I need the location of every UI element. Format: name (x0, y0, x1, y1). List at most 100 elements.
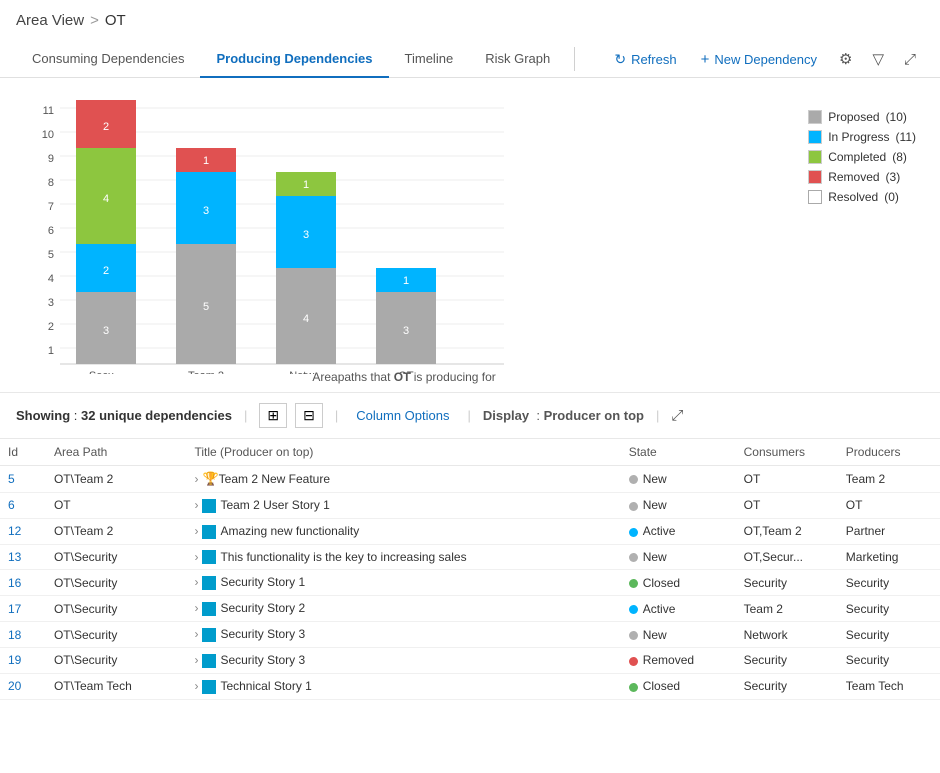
state-dot (629, 502, 638, 511)
table-toolbar: Showing : 32 unique dependencies | ⊞ ⊟ |… (0, 392, 940, 439)
row-expand-icon[interactable]: › (194, 498, 198, 512)
legend-count-removed: (3) (886, 170, 901, 184)
row-expand-icon[interactable]: › (194, 627, 198, 641)
new-dependency-button[interactable]: + New Dependency (691, 45, 827, 74)
row-id-link[interactable]: 6 (8, 498, 15, 512)
refresh-button[interactable]: ↻ Refresh (604, 45, 686, 74)
legend-label-proposed: Proposed (828, 110, 879, 124)
row-id-link[interactable]: 16 (8, 576, 21, 590)
data-table: Id Area Path Title (Producer on top) Sta… (0, 439, 940, 700)
svg-text:3: 3 (303, 229, 309, 241)
table-row: 5OT\Team 2›🏆Team 2 New FeatureNewOTTeam … (0, 466, 940, 493)
story-icon (202, 550, 216, 564)
cell-area-path: OT\Security (46, 622, 186, 648)
legend-completed: Completed (8) (808, 150, 916, 164)
cell-title: ›🏆Team 2 New Feature (186, 466, 620, 493)
row-id-link[interactable]: 13 (8, 550, 21, 564)
cell-id: 17 (0, 596, 46, 622)
cell-consumers: Security (736, 673, 838, 699)
row-expand-icon[interactable]: › (194, 601, 198, 615)
svg-text:3: 3 (403, 325, 409, 337)
svg-text:3: 3 (203, 205, 209, 217)
svg-text:2: 2 (103, 121, 109, 133)
row-expand-icon[interactable]: › (194, 472, 198, 486)
nav-tabs: Consuming Dependencies Producing Depende… (0, 41, 940, 78)
story-icon (202, 499, 216, 513)
nav-actions: ↻ Refresh + New Dependency ⚙ ▽ ⤢ (604, 44, 924, 74)
column-options-button[interactable]: Column Options (350, 405, 455, 426)
expand-button[interactable]: ⤢ (896, 45, 924, 74)
svg-text:2: 2 (48, 321, 54, 333)
cell-id: 5 (0, 466, 46, 493)
row-id-link[interactable]: 18 (8, 628, 21, 642)
legend-count-completed: (8) (892, 150, 907, 164)
expand-rows-button[interactable]: ⊞ (259, 403, 287, 428)
cell-consumers: OT,Secur... (736, 544, 838, 570)
cell-producers: Team 2 (838, 466, 940, 493)
trophy-icon: 🏆 (202, 471, 218, 486)
cell-producers: Security (838, 596, 940, 622)
state-label: New (643, 472, 667, 486)
state-dot (629, 631, 638, 640)
fullscreen-icon[interactable]: ⤢ (671, 407, 683, 424)
row-id-link[interactable]: 19 (8, 653, 21, 667)
cell-area-path: OT\Security (46, 647, 186, 673)
row-title-text: Security Story 2 (220, 601, 305, 615)
svg-text:1: 1 (303, 179, 309, 191)
breadcrumb-parent[interactable]: Area View (16, 12, 84, 29)
toolbar-sep-4: | (656, 408, 659, 423)
svg-text:11: 11 (43, 105, 54, 117)
cell-title: › Amazing new functionality (186, 518, 620, 544)
row-expand-icon[interactable]: › (194, 524, 198, 538)
row-id-link[interactable]: 20 (8, 679, 21, 693)
row-title-text: Amazing new functionality (220, 524, 359, 538)
row-expand-icon[interactable]: › (194, 550, 198, 564)
display-label: Display : Producer on top (483, 408, 644, 423)
tab-timeline[interactable]: Timeline (389, 41, 470, 78)
row-title-text: Security Story 1 (220, 575, 305, 589)
cell-producers: OT (838, 493, 940, 519)
row-expand-icon[interactable]: › (194, 575, 198, 589)
row-expand-icon[interactable]: › (194, 653, 198, 667)
svg-text:4: 4 (303, 313, 309, 325)
table-row: 13OT\Security›This functionality is the … (0, 544, 940, 570)
cell-consumers: OT (736, 493, 838, 519)
row-id-link[interactable]: 5 (8, 472, 15, 486)
state-label: Removed (643, 653, 694, 667)
cell-id: 18 (0, 622, 46, 648)
cell-id: 12 (0, 518, 46, 544)
cell-id: 16 (0, 570, 46, 596)
row-id-link[interactable]: 17 (8, 602, 21, 616)
tab-riskgraph[interactable]: Risk Graph (469, 41, 566, 78)
cell-id: 6 (0, 493, 46, 519)
svg-text:4: 4 (48, 273, 54, 285)
row-expand-icon[interactable]: › (194, 679, 198, 693)
row-id-link[interactable]: 12 (8, 524, 21, 538)
cell-title: › Security Story 2 (186, 596, 620, 622)
cell-state: Active (621, 596, 736, 622)
cell-title: ›Team 2 User Story 1 (186, 493, 620, 519)
svg-text:1: 1 (203, 155, 209, 167)
legend-label-removed: Removed (828, 170, 879, 184)
collapse-rows-button[interactable]: ⊟ (295, 403, 323, 428)
cell-state: New (621, 622, 736, 648)
cell-producers: Marketing (838, 544, 940, 570)
table-row: 17OT\Security›Security Story 2ActiveTeam… (0, 596, 940, 622)
svg-text:10: 10 (42, 129, 54, 141)
svg-text:7: 7 (48, 201, 54, 213)
cell-state: Removed (621, 647, 736, 673)
tab-consuming[interactable]: Consuming Dependencies (16, 41, 200, 78)
state-dot (629, 579, 638, 588)
legend-color-completed (808, 150, 822, 164)
filter-button[interactable]: ▽ (864, 44, 892, 74)
settings-button[interactable]: ⚙ (831, 44, 860, 74)
gear-icon: ⚙ (839, 51, 852, 68)
legend-color-proposed (808, 110, 822, 124)
tab-producing[interactable]: Producing Dependencies (200, 41, 388, 78)
toolbar-sep-1: | (244, 408, 247, 423)
story-icon (202, 654, 216, 668)
state-dot (629, 553, 638, 562)
state-label: Closed (643, 576, 680, 590)
breadcrumb-separator: > (90, 12, 99, 29)
svg-text:Secu...: Secu... (89, 370, 123, 374)
